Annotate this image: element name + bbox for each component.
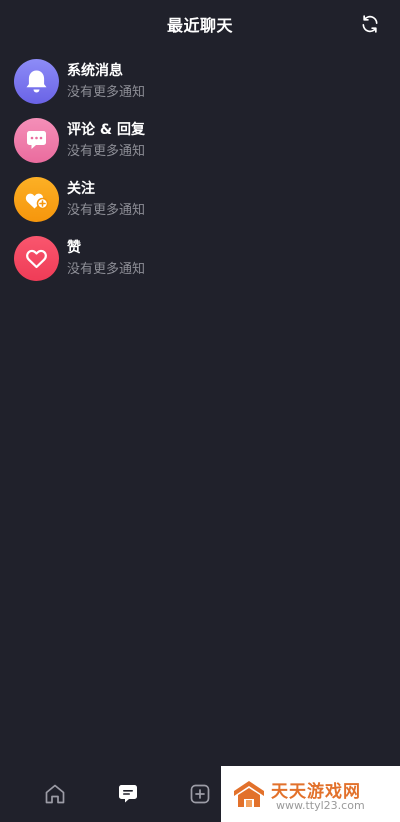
list-item-comments-replies[interactable]: 评论 & 回复 没有更多通知 <box>0 115 400 174</box>
item-title: 评论 & 回复 <box>67 122 145 138</box>
watermark: 天天游戏网 www.ttyl23.com <box>221 766 400 822</box>
avatar <box>14 118 59 163</box>
refresh-icon[interactable] <box>360 14 380 34</box>
item-subtitle: 没有更多通知 <box>67 262 146 277</box>
plus-square-icon[interactable] <box>188 782 212 806</box>
conversation-list: 系统消息 没有更多通知 评论 & 回复 没有更多通知 关注 没有更多通知 赞 没… <box>0 56 400 292</box>
list-item-system-messages[interactable]: 系统消息 没有更多通知 <box>0 56 400 115</box>
header: 最近聊天 <box>0 0 400 48</box>
item-subtitle: 没有更多通知 <box>67 144 146 159</box>
item-title: 系统消息 <box>67 63 123 79</box>
message-icon[interactable] <box>116 782 140 806</box>
list-item-likes[interactable]: 赞 没有更多通知 <box>0 233 400 292</box>
avatar <box>14 177 59 222</box>
item-subtitle: 没有更多通知 <box>67 85 146 100</box>
chat-screen: 最近聊天 系统消息 没有更多通知 评论 & 回复 没有更多通知 关注 没有更多通… <box>0 0 400 822</box>
avatar <box>14 236 59 281</box>
home-icon[interactable] <box>43 782 67 806</box>
watermark-logo-icon <box>234 781 264 807</box>
item-title: 关注 <box>67 181 95 197</box>
page-title: 最近聊天 <box>166 16 233 35</box>
item-title: 赞 <box>67 240 81 256</box>
list-item-follow[interactable]: 关注 没有更多通知 <box>0 174 400 233</box>
watermark-url: www.ttyl23.com <box>276 799 365 812</box>
avatar <box>14 59 59 104</box>
item-subtitle: 没有更多通知 <box>67 203 146 218</box>
